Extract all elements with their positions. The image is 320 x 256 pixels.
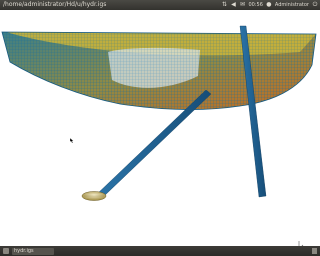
user-name[interactable]: Administrator (275, 0, 309, 10)
show-desktop-icon[interactable] (3, 248, 9, 254)
3d-viewport[interactable] (0, 10, 320, 250)
clock[interactable]: 00:56 (248, 0, 262, 10)
power-icon[interactable]: ⏻ (312, 2, 318, 8)
trash-icon[interactable] (312, 248, 317, 254)
mouse-cursor (70, 138, 74, 143)
bottom-panel: hydr.igs (0, 246, 320, 256)
hull-body (1, 31, 317, 110)
network-icon[interactable]: ⇅ (221, 2, 227, 8)
system-tray: ⇅ ◀ ✉ 00:56 ● Administrator ⏻ (221, 0, 318, 10)
mail-icon[interactable]: ✉ (239, 2, 245, 8)
user-icon[interactable]: ● (266, 2, 272, 8)
top-panel: /home/administrator/Hd/u/hydr.igs ⇅ ◀ ✉ … (0, 0, 320, 10)
hull-scene[interactable] (0, 10, 320, 246)
volume-icon[interactable]: ◀ (230, 2, 236, 8)
taskbar-item[interactable]: hydr.igs (12, 247, 54, 255)
window-title: /home/administrator/Hd/u/hydr.igs (3, 1, 107, 8)
